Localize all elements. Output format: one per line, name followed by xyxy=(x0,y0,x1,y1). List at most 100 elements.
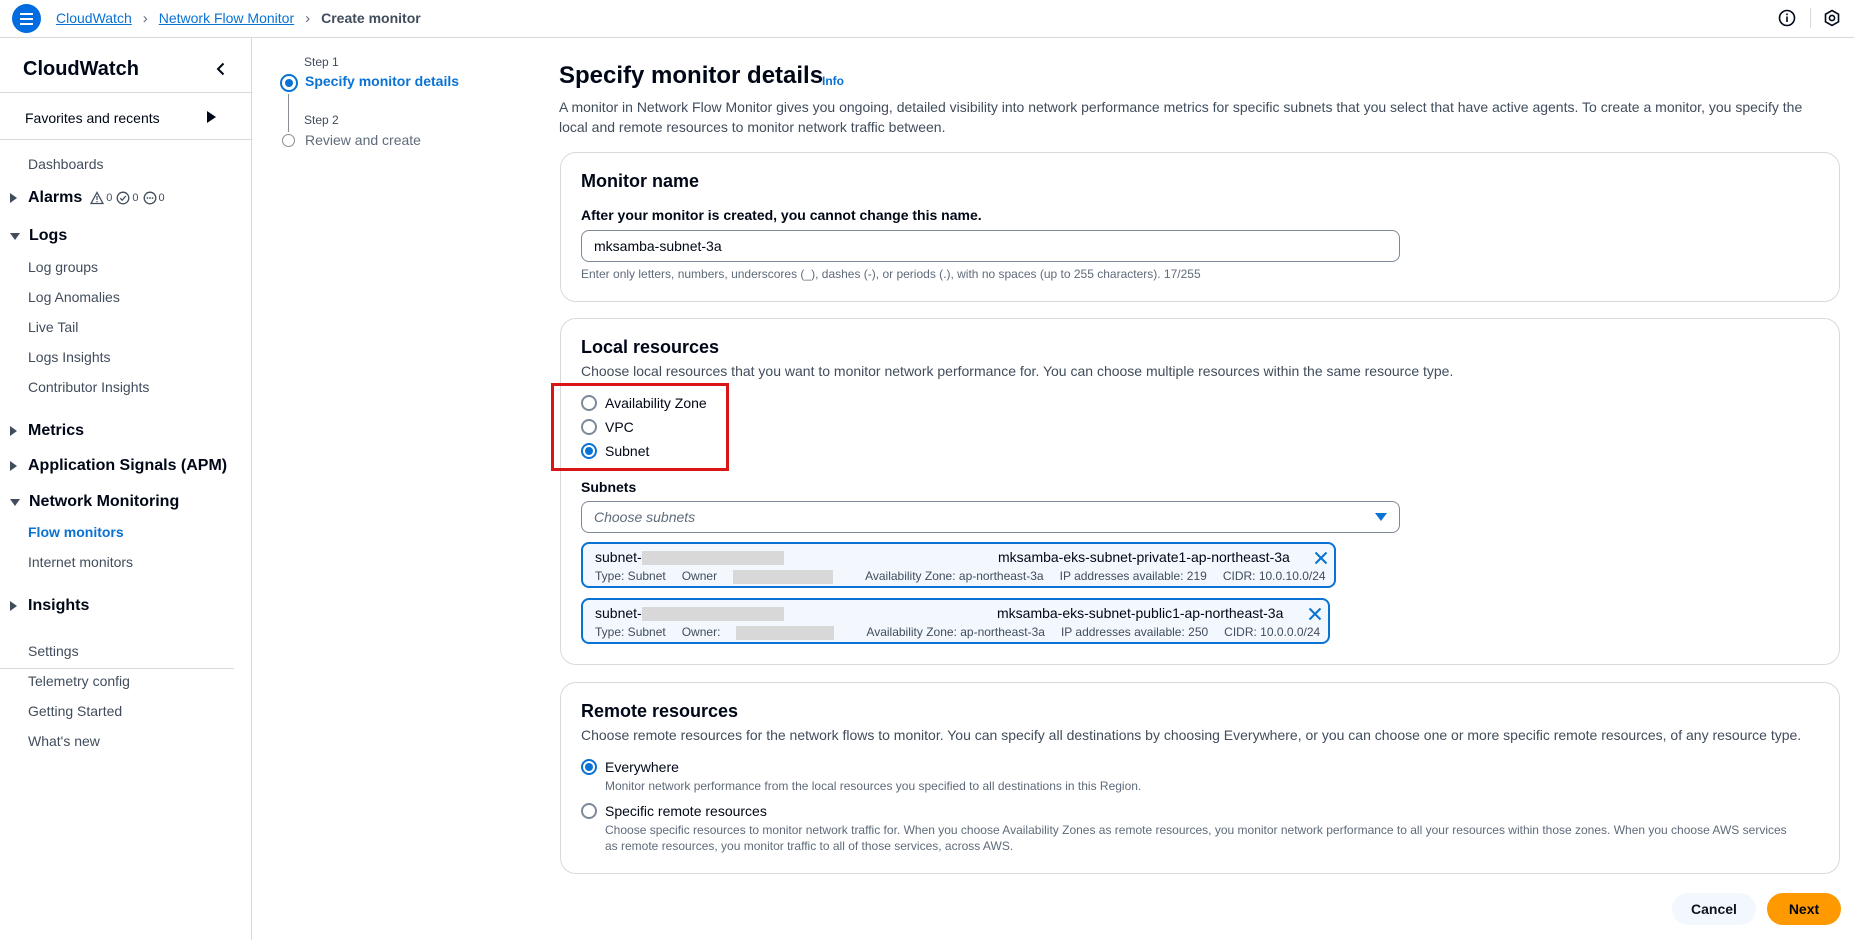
sidebar-section-label: Network Monitoring xyxy=(29,493,180,510)
radio-label: Everywhere xyxy=(605,759,679,775)
breadcrumb-network-flow-monitor[interactable]: Network Flow Monitor xyxy=(159,10,294,26)
remote-resources-container: Remote resources Choose remote resources… xyxy=(560,682,1840,874)
sidebar-item-getting-started[interactable]: Getting Started xyxy=(28,703,122,719)
radio-specific-remote-resources[interactable]: Specific remote resources xyxy=(581,803,767,819)
step-2-title: Review and create xyxy=(305,132,421,148)
caret-right-icon xyxy=(10,426,17,436)
favorites-and-recents[interactable]: Favorites and recents xyxy=(25,110,160,126)
monitor-name-container: Monitor name After your monitor is creat… xyxy=(560,152,1840,302)
step-pending-indicator-icon xyxy=(282,134,295,147)
settings-icon[interactable] xyxy=(1823,9,1841,27)
breadcrumb: CloudWatch › Network Flow Monitor › Crea… xyxy=(56,0,421,36)
chevron-right-icon: › xyxy=(142,9,148,27)
subnets-placeholder: Choose subnets xyxy=(594,509,696,525)
subnets-select[interactable]: Choose subnets xyxy=(581,501,1400,533)
remote-resources-heading: Remote resources xyxy=(581,701,739,721)
radio-vpc[interactable]: VPC xyxy=(581,419,634,435)
radio-button[interactable] xyxy=(581,395,597,411)
monitor-name-hint: Enter only letters, numbers, underscores… xyxy=(581,267,1201,281)
radio-label: VPC xyxy=(605,419,634,435)
next-button[interactable]: Next xyxy=(1767,893,1841,925)
token-type: Type: Subnet xyxy=(595,625,666,639)
token-cidr: CIDR: 10.0.0.0/24 xyxy=(1224,625,1321,639)
token-owner: Owner xyxy=(682,569,849,584)
breadcrumb-cloudwatch[interactable]: CloudWatch xyxy=(56,10,132,26)
sidebar-item-live-tail[interactable]: Live Tail xyxy=(28,319,78,335)
sidebar-section-network-monitoring[interactable]: Network Monitoring xyxy=(10,493,179,511)
sidebar-section-logs[interactable]: Logs xyxy=(10,227,67,245)
cancel-button[interactable]: Cancel xyxy=(1672,893,1756,925)
sidebar-section-label: Alarms xyxy=(28,189,83,206)
token-type: Type: Subnet xyxy=(595,569,666,583)
breadcrumb-current: Create monitor xyxy=(321,10,421,26)
sidebar-item-telemetry-config[interactable]: Telemetry config xyxy=(28,673,130,689)
sidebar-item-internet-monitors[interactable]: Internet monitors xyxy=(28,554,133,570)
info-link[interactable]: Info xyxy=(822,74,844,88)
page-title: Specify monitor details xyxy=(559,62,824,89)
insufficient-state-count: 0 xyxy=(143,191,165,205)
sidebar-item-flow-monitors[interactable]: Flow monitors xyxy=(28,524,124,540)
sidebar-item-contributor-insights[interactable]: Contributor Insights xyxy=(28,379,149,395)
sidebar-section-label: Logs xyxy=(29,227,68,244)
chevron-left-icon[interactable] xyxy=(212,60,230,78)
radio-label: Availability Zone xyxy=(605,395,707,411)
radio-button-selected[interactable] xyxy=(581,759,597,775)
sidebar-section-application-signals[interactable]: Application Signals (APM) xyxy=(10,457,227,475)
sidebar-item-log-groups[interactable]: Log groups xyxy=(28,259,98,275)
sidebar-section-alarms[interactable]: Alarms 0 0 0 xyxy=(10,189,165,207)
divider xyxy=(0,668,234,669)
radio-button[interactable] xyxy=(581,419,597,435)
redacted-block xyxy=(733,569,834,584)
redacted-block xyxy=(641,551,784,566)
caret-right-icon[interactable] xyxy=(207,111,216,123)
step-2-label: Step 2 xyxy=(304,113,339,127)
sidebar-section-label: Insights xyxy=(28,597,90,614)
divider xyxy=(1810,8,1811,28)
monitor-name-label: After your monitor is created, you canno… xyxy=(581,207,982,223)
subnet-token: subnet- mksamba-eks-subnet-public1-ap-no… xyxy=(581,598,1330,644)
close-icon[interactable] xyxy=(1313,550,1329,566)
token-az: Availability Zone: ap-northeast-3a xyxy=(866,625,1045,639)
radio-button-selected[interactable] xyxy=(581,443,597,459)
radio-subnet[interactable]: Subnet xyxy=(581,443,649,459)
token-cidr: CIDR: 10.0.10.0/24 xyxy=(1222,569,1326,583)
info-icon[interactable] xyxy=(1778,9,1796,27)
sidebar-section-metrics[interactable]: Metrics xyxy=(10,422,84,440)
sidebar-section-insights[interactable]: Insights xyxy=(10,597,89,615)
step-1-label: Step 1 xyxy=(304,55,339,69)
step-active-indicator-icon xyxy=(280,74,298,92)
alarm-state-count: 0 xyxy=(90,191,112,205)
remote-resources-description: Choose remote resources for the network … xyxy=(581,727,1802,743)
warning-icon xyxy=(90,191,105,205)
sidebar-item-logs-insights[interactable]: Logs Insights xyxy=(28,349,111,365)
radio-label: Subnet xyxy=(605,443,650,459)
radio-availability-zone[interactable]: Availability Zone xyxy=(581,395,707,411)
close-icon[interactable] xyxy=(1307,606,1323,622)
token-subnet-id-prefix: subnet- xyxy=(595,549,642,565)
radio-everywhere[interactable]: Everywhere xyxy=(581,759,679,775)
sidebar-item-settings[interactable]: Settings xyxy=(28,643,79,659)
monitor-name-input[interactable]: mksamba-subnet-3a xyxy=(581,230,1400,262)
token-meta: Type: Subnet Owner: Availability Zone: a… xyxy=(595,625,1336,640)
menu-icon[interactable] xyxy=(12,4,41,33)
token-subnet-id-prefix: subnet- xyxy=(595,605,642,621)
check-circle-icon xyxy=(116,191,130,205)
radio-button[interactable] xyxy=(581,803,597,819)
sidebar-item-dashboards[interactable]: Dashboards xyxy=(28,156,104,172)
ok-count: 0 xyxy=(132,192,139,204)
radio-specific-description: Choose specific resources to monitor net… xyxy=(605,823,1787,853)
subnets-label: Subnets xyxy=(581,479,637,495)
alarm-status-counts: 0 0 0 xyxy=(86,191,165,205)
sidebar-item-log-anomalies[interactable]: Log Anomalies xyxy=(28,289,120,305)
caret-right-icon xyxy=(10,193,17,203)
page-description: A monitor in Network Flow Monitor gives … xyxy=(559,99,1803,135)
token-subnet-id: subnet- xyxy=(595,605,784,622)
local-resources-description: Choose local resources that you want to … xyxy=(581,363,1454,379)
step-1-title[interactable]: Specify monitor details xyxy=(305,73,459,89)
alarm-count: 0 xyxy=(106,192,113,204)
token-ips: IP addresses available: 250 xyxy=(1060,625,1209,639)
token-subnet-name: mksamba-eks-subnet-private1-ap-northeast… xyxy=(998,549,1290,565)
sidebar-item-whats-new[interactable]: What's new xyxy=(28,733,100,749)
token-ips: IP addresses available: 219 xyxy=(1059,569,1207,583)
caret-down-icon xyxy=(10,498,20,506)
